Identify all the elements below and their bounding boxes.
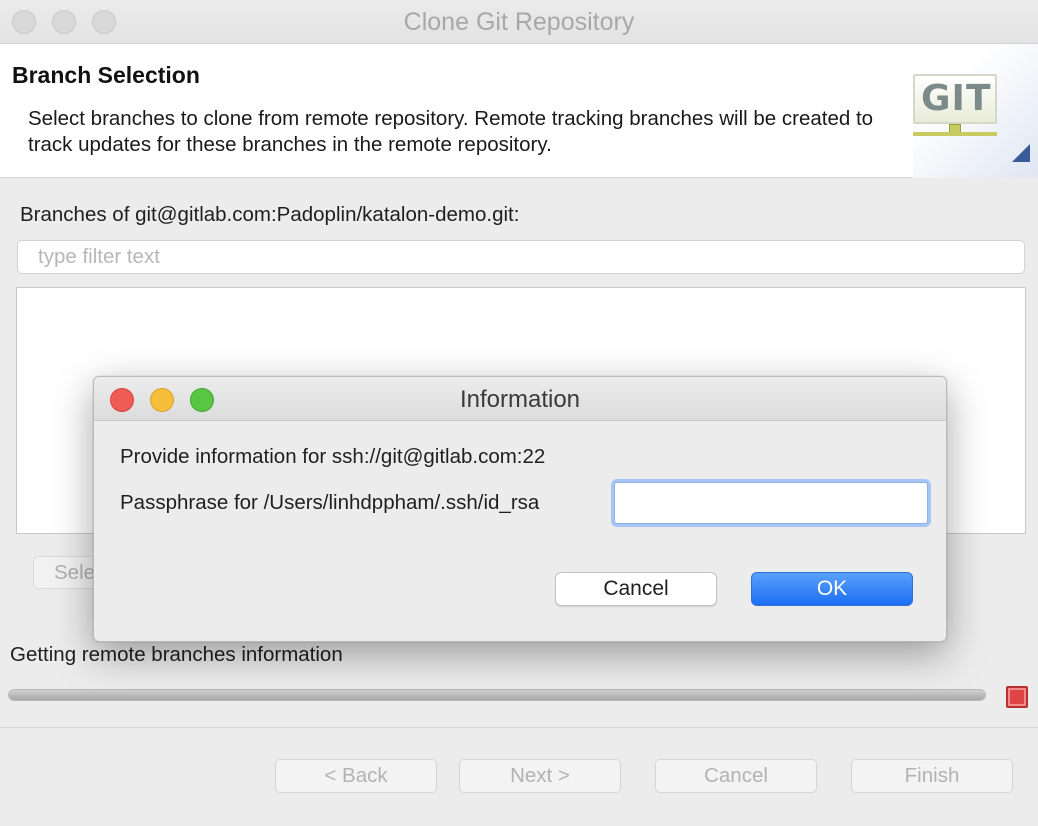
filter-input[interactable] xyxy=(17,240,1025,274)
page-title: Branch Selection xyxy=(12,62,200,88)
dialog-ok-button[interactable]: OK xyxy=(751,572,913,606)
next-button[interactable]: Next > xyxy=(459,759,621,793)
dialog-info-text: Provide information for ssh://git@gitlab… xyxy=(120,445,546,468)
wizard-header: Branch Selection Select branches to clon… xyxy=(0,44,1038,178)
dialog-title: Information xyxy=(459,386,581,413)
stop-progress-icon[interactable] xyxy=(1006,686,1028,708)
wizard-corner-icon xyxy=(1012,144,1030,162)
branches-label: Branches of git@gitlab.com:Padoplin/kata… xyxy=(20,203,520,226)
window-titlebar[interactable]: Clone Git Repository xyxy=(0,0,1038,44)
progress-bar xyxy=(8,689,986,701)
git-logo-text: GIT xyxy=(921,78,992,119)
passphrase-input[interactable] xyxy=(614,482,928,524)
finish-button[interactable]: Finish xyxy=(851,759,1013,793)
information-dialog: Information Provide information for ssh:… xyxy=(93,376,947,642)
back-button[interactable]: < Back xyxy=(275,759,437,793)
progress-bar-fill xyxy=(9,690,985,700)
git-monitor-icon: GIT xyxy=(913,74,997,124)
passphrase-label: Passphrase for /Users/linhdppham/.ssh/id… xyxy=(120,491,540,514)
window-title: Clone Git Repository xyxy=(403,8,635,36)
progress-status-text: Getting remote branches information xyxy=(10,643,343,666)
dialog-titlebar[interactable]: Information xyxy=(94,377,946,421)
clone-git-repository-window: Clone Git Repository Branch Selection Se… xyxy=(0,0,1038,826)
git-logo-bar xyxy=(913,132,997,136)
page-description: Select branches to clone from remote rep… xyxy=(28,107,874,156)
dialog-cancel-button[interactable]: Cancel xyxy=(555,572,717,606)
footer-divider xyxy=(0,727,1038,728)
git-logo-icon: GIT xyxy=(913,44,1038,178)
cancel-button[interactable]: Cancel xyxy=(655,759,817,793)
